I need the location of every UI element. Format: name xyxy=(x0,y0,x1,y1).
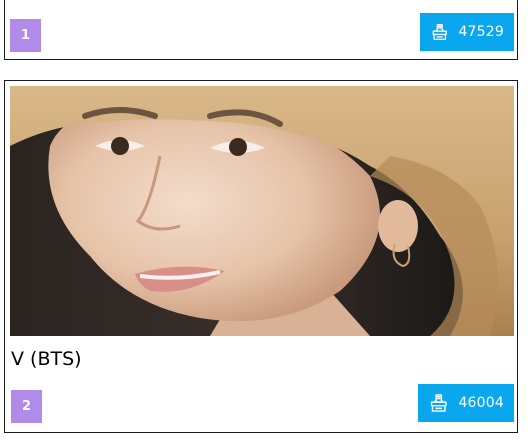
rank-number: 2 xyxy=(21,399,32,414)
rank-number: 1 xyxy=(20,28,31,43)
ballot-box-icon xyxy=(430,394,447,412)
rank-badge: 2 xyxy=(11,390,42,423)
idol-name: V (BTS) xyxy=(11,348,82,370)
ranking-card-1: 1 47529 xyxy=(4,0,518,60)
ranking-card-2: V (BTS) 2 46004 xyxy=(4,80,518,433)
vote-count: 46004 xyxy=(458,395,504,411)
vote-button[interactable]: 47529 xyxy=(420,13,514,51)
idol-photo[interactable] xyxy=(10,86,514,336)
vote-count: 47529 xyxy=(458,24,504,40)
vote-button[interactable]: 46004 xyxy=(418,384,514,422)
portrait-image xyxy=(10,86,514,336)
ballot-box-icon xyxy=(432,24,447,40)
rank-badge: 1 xyxy=(10,19,41,52)
